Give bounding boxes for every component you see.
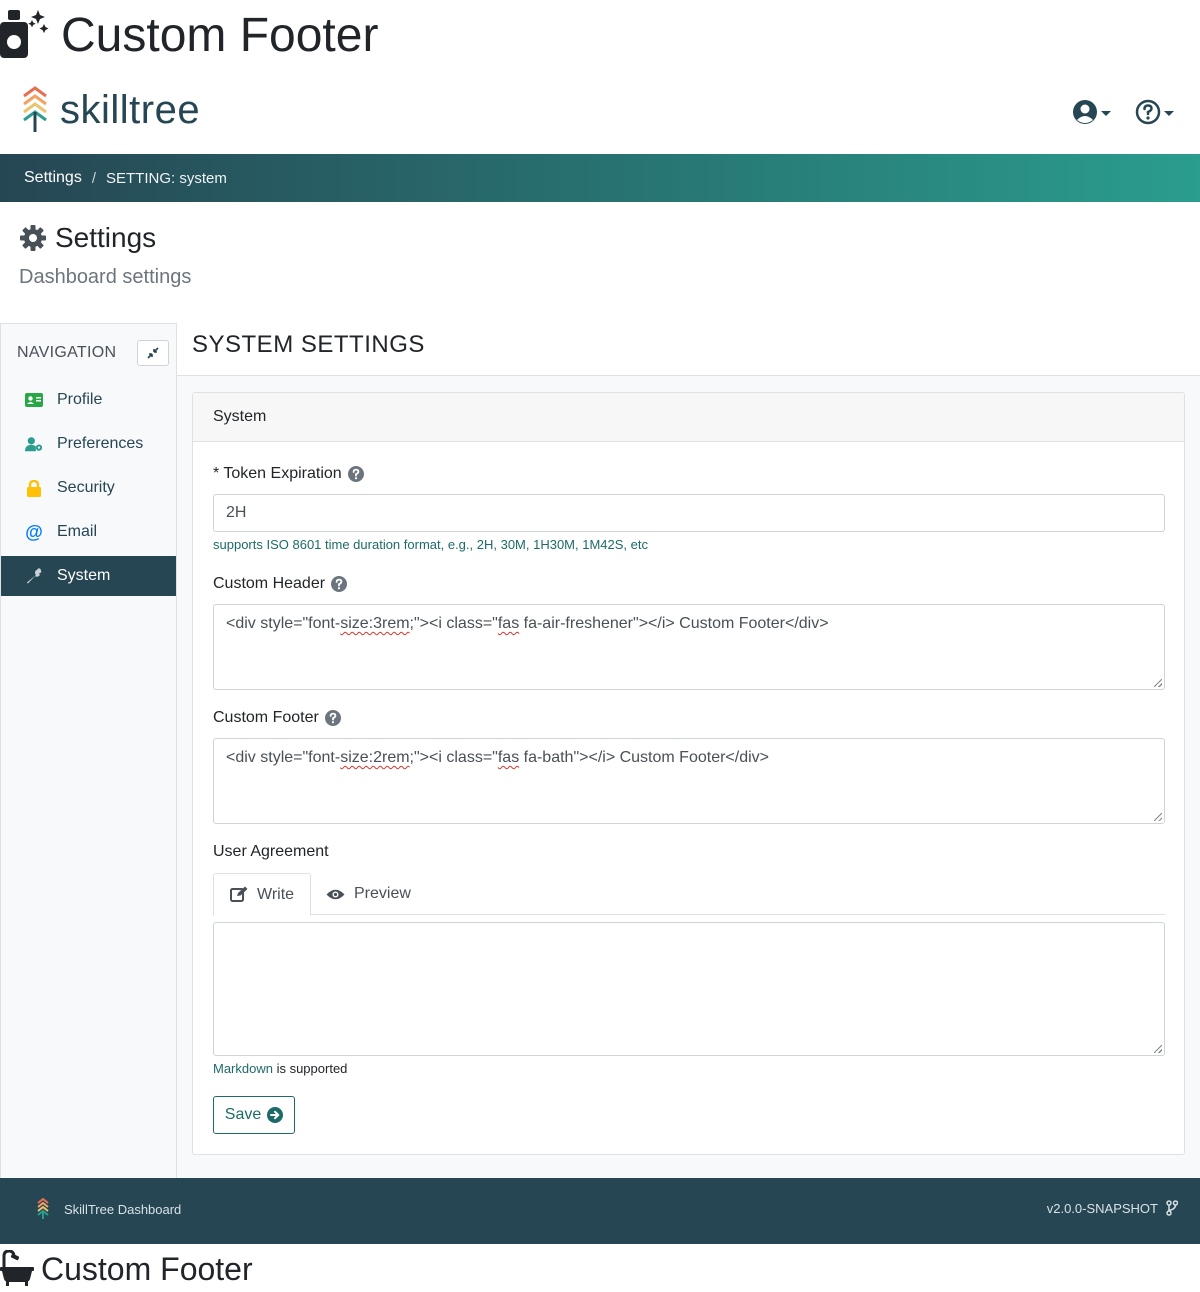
- save-button-label: Save: [224, 1106, 262, 1123]
- sidebar-item-label: Preferences: [57, 435, 144, 452]
- token-expiration-label: * Token Expiration: [213, 465, 364, 483]
- section-header: SYSTEM SETTINGS: [177, 323, 1200, 376]
- custom-header-label-text: Custom Header: [213, 575, 326, 592]
- custom-header-textarea[interactable]: <div style="font-size:3rem;"><i class="f…: [213, 604, 1165, 690]
- edit-icon: [230, 886, 248, 902]
- user-menu-button[interactable]: [1072, 99, 1111, 125]
- sidebar-item-preferences[interactable]: Preferences: [1, 424, 176, 464]
- editor-tabs: Write Preview: [213, 873, 1165, 916]
- token-expiration-label-text: * Token Expiration: [213, 465, 342, 482]
- version-text: v2.0.0-SNAPSHOT: [1046, 1200, 1158, 1216]
- user-agreement-textarea[interactable]: [213, 922, 1165, 1056]
- arrow-circle-right-icon: [267, 1107, 284, 1123]
- sidebar-item-profile[interactable]: Profile: [1, 380, 176, 420]
- tab-preview[interactable]: Preview: [310, 873, 427, 915]
- wrench-icon: [25, 568, 43, 584]
- air-freshener-icon: [0, 10, 49, 58]
- eye-icon: [326, 889, 345, 899]
- code-branch-icon: [1166, 1200, 1178, 1216]
- tab-write[interactable]: Write: [213, 873, 312, 916]
- page-title-text: Settings: [55, 222, 157, 253]
- footer-brand-text: SkillTree Dashboard: [64, 1201, 182, 1217]
- custom-header: Custom Footer: [0, 0, 1200, 72]
- custom-footer-textarea[interactable]: <div style="font-size:2rem;"><i class="f…: [213, 738, 1165, 824]
- markdown-link[interactable]: Markdown: [213, 1061, 273, 1076]
- breadcrumb-settings-link[interactable]: Settings: [24, 169, 82, 187]
- skilltree-tree-icon: [37, 1198, 49, 1219]
- skilltree-tree-icon: [23, 86, 47, 132]
- user-cog-icon: [25, 436, 43, 452]
- question-circle-icon[interactable]: [347, 466, 364, 482]
- sidebar-item-email[interactable]: @ Email: [1, 512, 176, 552]
- footer-version: v2.0.0-SNAPSHOT: [1047, 1200, 1178, 1216]
- chevron-down-icon: [1164, 110, 1174, 116]
- sidebar-item-label: System: [57, 567, 111, 584]
- bath-icon: [0, 1250, 34, 1286]
- app-navbar: skilltree: [0, 72, 1200, 154]
- sidebar-item-label: Profile: [57, 391, 103, 408]
- sidebar-collapse-button[interactable]: [137, 340, 169, 366]
- custom-footer: Custom Footer: [0, 1244, 1200, 1292]
- main-content: SYSTEM SETTINGS System * Token Expiratio…: [177, 323, 1200, 1178]
- system-settings-card: System * Token Expiration 2H supports IS…: [192, 392, 1185, 1155]
- save-button[interactable]: Save: [213, 1096, 295, 1134]
- sidebar-item-label: Security: [57, 479, 115, 496]
- user-circle-icon: [1073, 100, 1097, 124]
- sidebar: NAVIGATION Profile Preferences Security …: [0, 323, 177, 1178]
- token-expiration-input[interactable]: 2H: [213, 494, 1165, 532]
- tab-write-label: Write: [257, 885, 295, 903]
- page-header: Settings Dashboard settings: [19, 222, 191, 289]
- question-circle-icon: [1135, 99, 1161, 125]
- at-icon: @: [25, 521, 43, 542]
- custom-footer-label: Custom Footer: [213, 709, 341, 727]
- card-header: System: [193, 393, 1184, 442]
- skilltree-logo[interactable]: skilltree: [20, 86, 200, 134]
- breadcrumb-separator: /: [91, 169, 96, 187]
- footer-brand[interactable]: SkillTree Dashboard: [36, 1198, 181, 1220]
- page-title: Settings: [19, 222, 191, 254]
- question-circle-icon[interactable]: [324, 710, 341, 726]
- custom-header-text: Custom Footer: [61, 9, 379, 62]
- sidebar-item-security[interactable]: Security: [1, 468, 176, 508]
- sidebar-title: NAVIGATION: [17, 344, 117, 361]
- gear-icon: [20, 225, 46, 251]
- breadcrumb: Settings / SETTING: system: [0, 154, 1200, 202]
- custom-header-label: Custom Header: [213, 575, 348, 593]
- user-agreement-label: User Agreement: [213, 843, 329, 860]
- lock-icon: [25, 479, 43, 497]
- chevron-down-icon: [1101, 110, 1111, 116]
- sidebar-item-system[interactable]: System: [1, 556, 176, 596]
- page-subtitle: Dashboard settings: [19, 266, 192, 288]
- compress-icon: [147, 347, 159, 359]
- section-title: SYSTEM SETTINGS: [192, 331, 425, 358]
- custom-footer-text: Custom Footer: [41, 1251, 253, 1287]
- sidebar-item-label: Email: [57, 523, 98, 540]
- brand-name: skilltree: [60, 88, 201, 132]
- question-circle-icon[interactable]: [331, 576, 348, 592]
- id-card-icon: [25, 393, 43, 407]
- markdown-help: Markdown is supported: [213, 1061, 348, 1076]
- custom-footer-label-text: Custom Footer: [213, 709, 319, 726]
- breadcrumb-current: SETTING: system: [105, 169, 227, 187]
- help-menu-button[interactable]: [1135, 99, 1174, 125]
- tab-preview-label: Preview: [354, 885, 411, 902]
- dashboard-footer: SkillTree Dashboard v2.0.0-SNAPSHOT: [0, 1178, 1200, 1244]
- token-expiration-help: supports ISO 8601 time duration format, …: [213, 537, 648, 552]
